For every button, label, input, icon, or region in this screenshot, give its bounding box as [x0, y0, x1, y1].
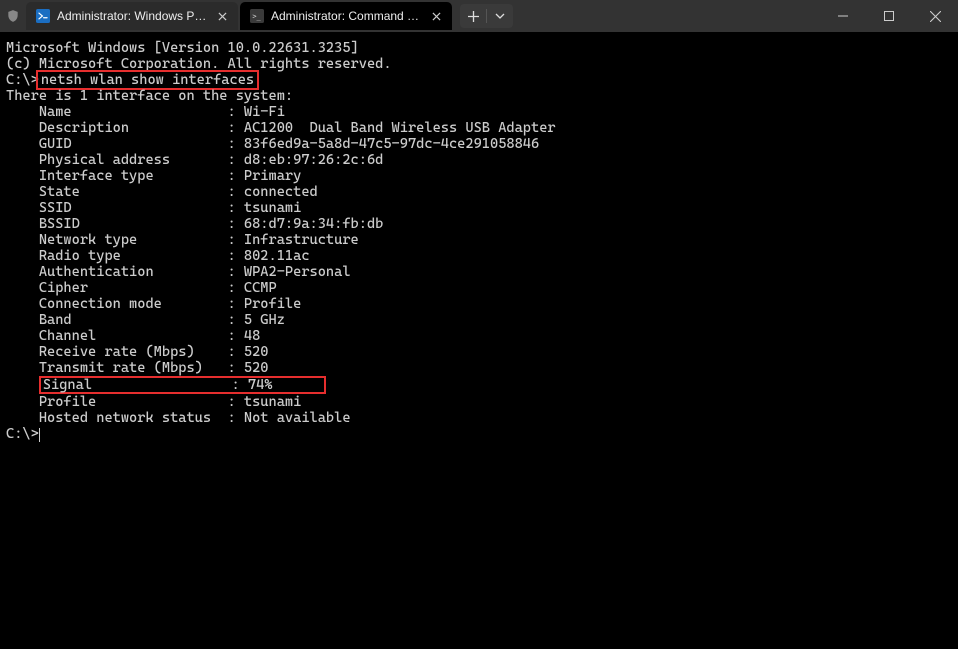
- signal-highlight: Signal : 74%: [39, 376, 326, 394]
- terminal-line: Name : Wi-Fi: [6, 104, 952, 120]
- terminal-line: C:\>: [6, 426, 952, 442]
- terminal-line: Description : AC1200 Dual Band Wireless …: [6, 120, 952, 136]
- terminal-line: Band : 5 GHz: [6, 312, 952, 328]
- tab-cmd[interactable]: >_ Administrator: Command Pro: [240, 2, 452, 30]
- tab-title: Administrator: Windows Powe: [57, 9, 207, 23]
- tab-dropdown-button[interactable]: [487, 4, 513, 28]
- cursor: [39, 428, 40, 442]
- terminal-line: Physical address : d8:eb:97:26:2c:6d: [6, 152, 952, 168]
- window-controls: [820, 0, 958, 32]
- tab-title: Administrator: Command Pro: [271, 9, 421, 23]
- shield-icon: [0, 9, 26, 23]
- terminal-line: SSID : tsunami: [6, 200, 952, 216]
- powershell-icon: [36, 9, 50, 23]
- tabs-row: Administrator: Windows Powe >_ Administr…: [0, 0, 513, 32]
- terminal-line: GUID : 83f6ed9a-5a8d-47c5-97dc-4ce291058…: [6, 136, 952, 152]
- terminal-line: Connection mode : Profile: [6, 296, 952, 312]
- new-tab-button[interactable]: [460, 4, 486, 28]
- close-icon[interactable]: [428, 8, 444, 24]
- terminal-line: Transmit rate (Mbps) : 520: [6, 360, 952, 376]
- titlebar: Administrator: Windows Powe >_ Administr…: [0, 0, 958, 32]
- tab-powershell[interactable]: Administrator: Windows Powe: [26, 2, 238, 30]
- terminal-line: Interface type : Primary: [6, 168, 952, 184]
- terminal-line: Signal : 74%: [6, 376, 952, 394]
- close-button[interactable]: [912, 0, 958, 32]
- terminal-line: Receive rate (Mbps) : 520: [6, 344, 952, 360]
- terminal-line: Network type : Infrastructure: [6, 232, 952, 248]
- maximize-button[interactable]: [866, 0, 912, 32]
- terminal-line: Radio type : 802.11ac: [6, 248, 952, 264]
- cmd-icon: >_: [250, 9, 264, 23]
- terminal-line: State : connected: [6, 184, 952, 200]
- close-icon[interactable]: [214, 8, 230, 24]
- minimize-button[interactable]: [820, 0, 866, 32]
- terminal-line: Hosted network status : Not available: [6, 410, 952, 426]
- terminal-line: Channel : 48: [6, 328, 952, 344]
- svg-text:>_: >_: [252, 12, 261, 20]
- command-highlight: netsh wlan show interfaces: [36, 70, 259, 90]
- new-tab-controls: [460, 4, 513, 28]
- terminal-line: BSSID : 68:d7:9a:34:fb:db: [6, 216, 952, 232]
- terminal-line: There is 1 interface on the system:: [6, 88, 952, 104]
- terminal-output[interactable]: Microsoft Windows [Version 10.0.22631.32…: [0, 32, 958, 649]
- terminal-line: Microsoft Windows [Version 10.0.22631.32…: [6, 40, 952, 56]
- terminal-line: Cipher : CCMP: [6, 280, 952, 296]
- terminal-line: C:\>netsh wlan show interfaces: [6, 72, 952, 88]
- terminal-line: Authentication : WPA2-Personal: [6, 264, 952, 280]
- terminal-line: Profile : tsunami: [6, 394, 952, 410]
